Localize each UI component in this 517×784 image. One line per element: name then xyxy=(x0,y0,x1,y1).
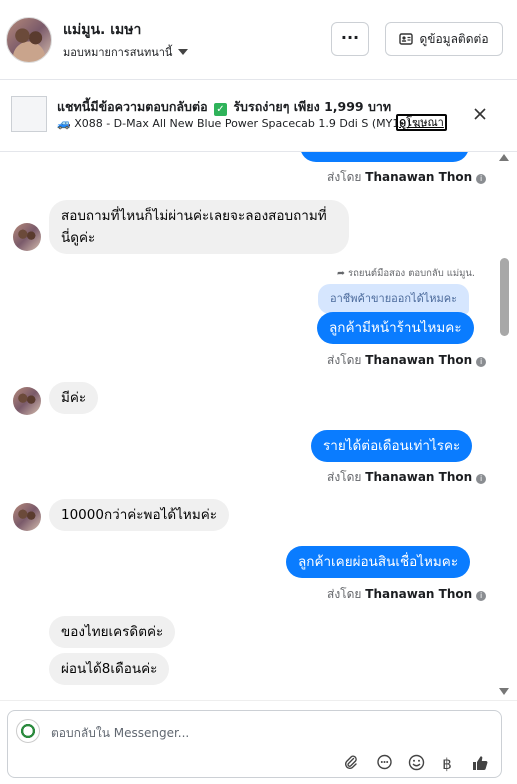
message-text: สอบถามที่ไหนก็ไม่ผ่านค่ะเลยจะลองสอบถามที… xyxy=(61,208,327,224)
quoted-message[interactable]: อาชีพค้าขายออกได้ไหมคะ xyxy=(318,284,470,314)
chat-scrollbar[interactable] xyxy=(497,152,517,700)
incoming-message[interactable]: ผ่อนได้8เดือนค่ะ xyxy=(49,653,170,685)
outgoing-message[interactable]: ลูกค้าเคยผ่อนสินเชื่อไหมคะ xyxy=(286,546,471,578)
sent-by-label: ส่งโดย Thanawan Thon i xyxy=(327,585,487,604)
ad-title-part2: รับรถง่ายๆ เพียง 1,999 บาท xyxy=(233,99,392,114)
message-text: นี่ดูค่ะ xyxy=(61,230,96,246)
assign-label: มอบหมายการสนทนานี้ xyxy=(63,46,173,59)
incoming-message[interactable]: สอบถามที่ไหนก็ไม่ผ่านค่ะเลยจะลองสอบถามที… xyxy=(49,200,349,254)
scroll-up-icon[interactable] xyxy=(499,154,509,161)
check-mark-icon: ✓ xyxy=(213,103,227,116)
ad-title-part1: แชทนี้มีข้อความตอบกลับต่อ xyxy=(57,99,208,114)
reply-context-note: ➦ รถยนต์มือสอง ตอบกลับ แม่มูน. xyxy=(337,268,475,279)
scroll-down-icon[interactable] xyxy=(499,688,509,695)
message-thread[interactable]: ส่งโดย Thanawan Thon i สอบถามที่ไหนก็ไม่ผ… xyxy=(0,152,517,700)
chat-bubble-icon[interactable] xyxy=(374,754,394,774)
close-icon[interactable] xyxy=(470,104,490,124)
thumbs-up-icon[interactable] xyxy=(470,754,490,774)
assign-conversation-dropdown[interactable]: มอบหมายการสนทนานี้ xyxy=(63,43,189,61)
outgoing-message[interactable] xyxy=(300,152,469,162)
emoji-icon[interactable] xyxy=(406,754,426,774)
sent-by-label: ส่งโดย Thanawan Thon i xyxy=(327,468,487,487)
incoming-message[interactable]: ของไทยเครดิตค่ะ xyxy=(49,616,176,648)
agent-name: Thanawan Thon xyxy=(365,587,473,601)
info-icon[interactable]: i xyxy=(476,174,487,184)
agent-name: Thanawan Thon xyxy=(365,170,473,184)
sent-by-label: ส่งโดย Thanawan Thon i xyxy=(327,168,487,187)
more-icon: ··· xyxy=(340,28,360,47)
view-contact-info-label: ดูข้อมูลติดต่อ xyxy=(419,31,489,46)
baht-icon[interactable]: ฿ xyxy=(437,754,457,774)
contact-name[interactable]: แม่มูน. เมษา xyxy=(63,19,141,41)
reply-input[interactable] xyxy=(51,724,491,742)
ad-context-bar: แชทนี้มีข้อความตอบกลับต่อ ✓ รับรถง่ายๆ เ… xyxy=(0,80,517,152)
ad-thumbnail xyxy=(11,96,47,132)
reply-box[interactable] xyxy=(7,710,502,778)
more-options-button[interactable]: ··· xyxy=(331,22,369,56)
reply-arrow-icon: ➦ xyxy=(337,268,345,279)
caret-down-icon xyxy=(178,49,189,55)
page-avatar xyxy=(16,719,40,743)
ad-title: แชทนี้มีข้อความตอบกลับต่อ ✓ รับรถง่ายๆ เ… xyxy=(57,97,391,117)
scroll-thumb[interactable] xyxy=(500,258,509,336)
view-contact-info-button[interactable]: ดูข้อมูลติดต่อ xyxy=(385,22,503,56)
incoming-message[interactable]: มีค่ะ xyxy=(49,382,99,414)
outgoing-message[interactable]: รายได้ต่อเดือนเท่าไรคะ xyxy=(311,430,473,462)
sent-by-label: ส่งโดย Thanawan Thon i xyxy=(327,351,487,370)
contact-card-icon xyxy=(399,33,414,45)
info-icon[interactable]: i xyxy=(476,591,487,601)
attachment-icon[interactable] xyxy=(341,754,361,774)
info-icon[interactable]: i xyxy=(476,357,487,367)
incoming-message[interactable]: 10000กว่าค่ะพอได้ไหมค่ะ xyxy=(49,499,229,531)
avatar xyxy=(13,503,41,531)
conversation-header: แม่มูน. เมษา มอบหมายการสนทนานี้ ··· ดูข้… xyxy=(0,0,517,80)
outgoing-message[interactable]: ลูกค้ามีหน้าร้านไหมคะ xyxy=(317,312,474,344)
avatar xyxy=(13,223,41,251)
agent-name: Thanawan Thon xyxy=(365,353,473,367)
agent-name: Thanawan Thon xyxy=(365,470,473,484)
avatar xyxy=(13,387,41,415)
info-icon[interactable]: i xyxy=(476,474,487,484)
ad-subtitle: 🚙 X088 - D-Max All New Blue Power Spacec… xyxy=(57,117,425,130)
view-ad-link[interactable]: ดูโฆษณา xyxy=(396,114,447,131)
contact-avatar[interactable] xyxy=(6,17,52,63)
